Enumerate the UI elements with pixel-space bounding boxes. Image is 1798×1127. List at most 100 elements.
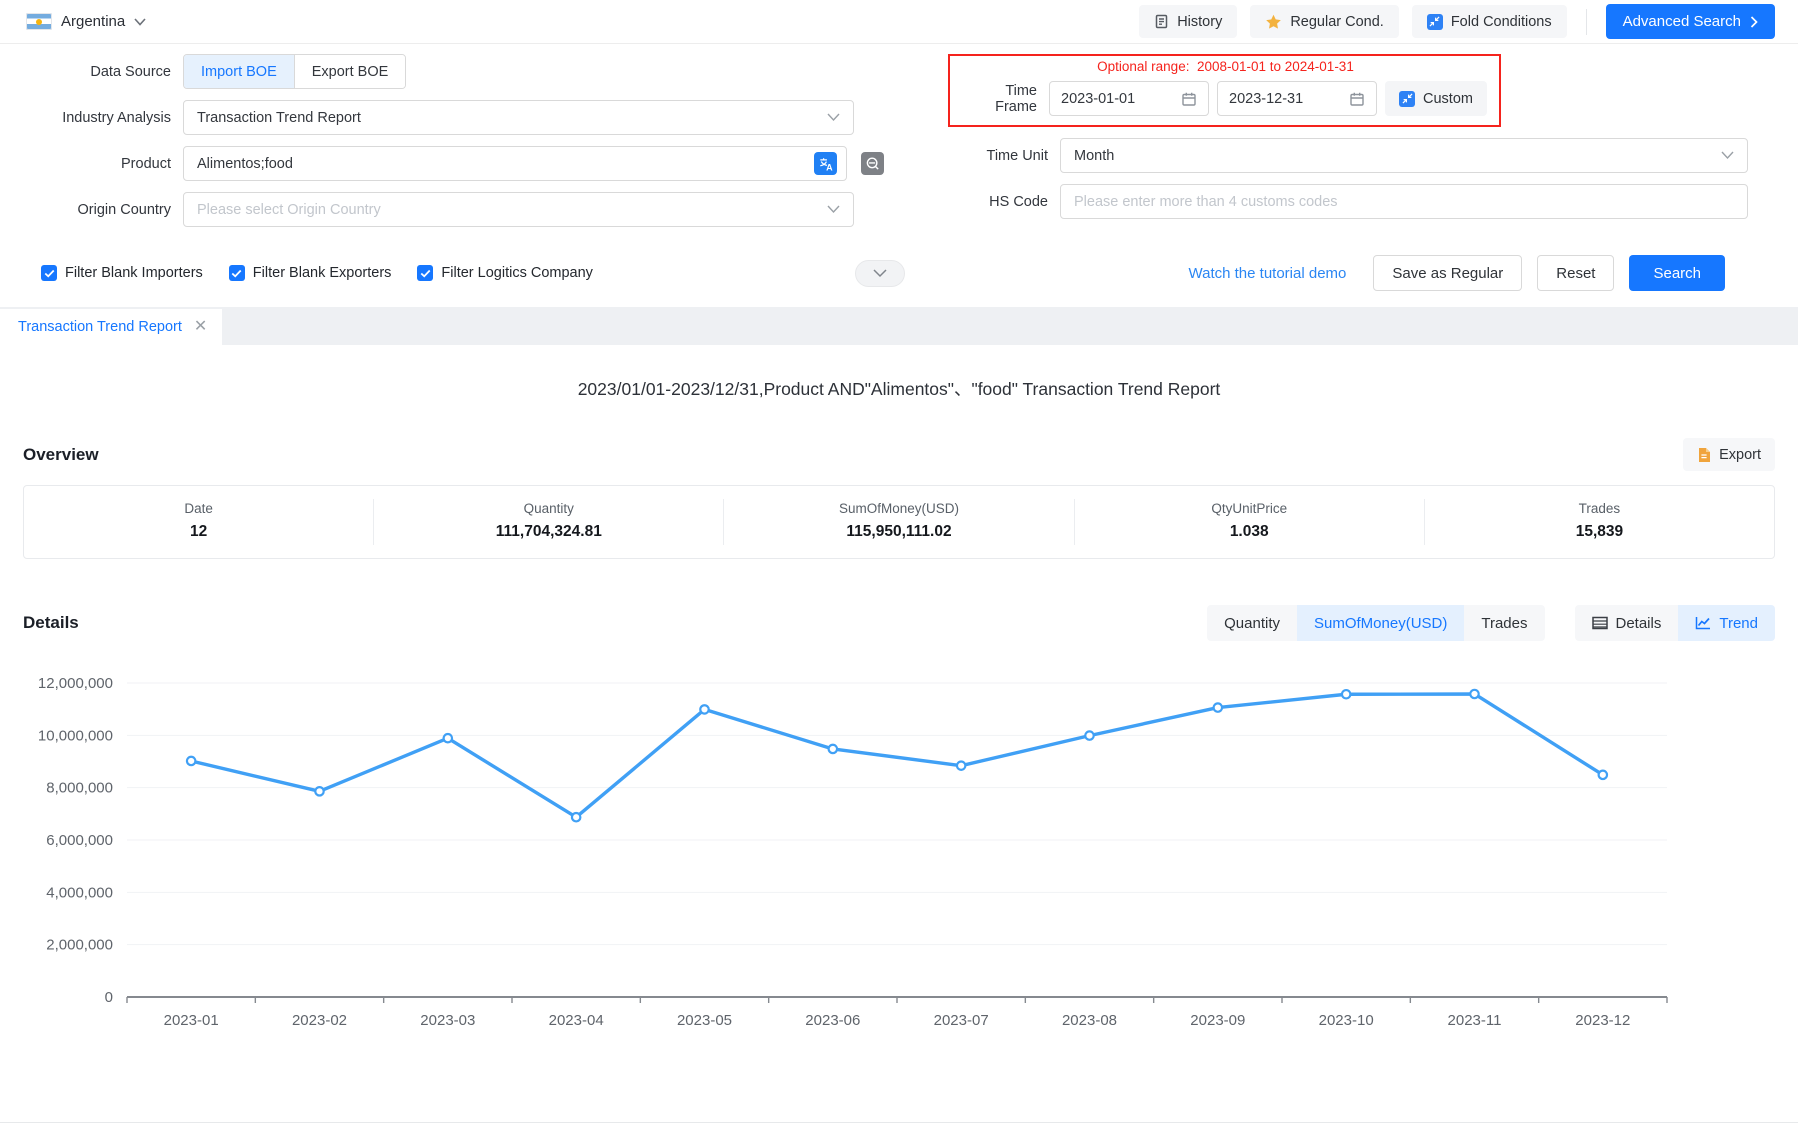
svg-text:2023-08: 2023-08 [1062, 1012, 1117, 1029]
custom-label: Custom [1423, 91, 1473, 107]
stat-value: 115,950,111.02 [724, 523, 1073, 541]
calendar-icon [1349, 91, 1365, 107]
metric-tab-trades[interactable]: Trades [1464, 605, 1544, 641]
star-icon [1265, 14, 1282, 30]
next-section-edge [0, 1122, 1798, 1123]
stat-value: 15,839 [1425, 523, 1774, 541]
checkbox-filter-blank-importers[interactable]: Filter Blank Importers [41, 265, 203, 281]
time-frame-label: Time Frame [964, 83, 1049, 115]
industry-analysis-select[interactable]: Transaction Trend Report [183, 100, 854, 135]
stat-label: Date [24, 501, 373, 516]
svg-text:2023-03: 2023-03 [420, 1012, 475, 1029]
stat-value: 1.038 [1075, 523, 1424, 541]
checkbox-checked-icon [417, 265, 433, 281]
details-controls: Quantity SumOfMoney(USD) Trades Details … [1207, 605, 1775, 641]
svg-text:2,000,000: 2,000,000 [46, 937, 113, 954]
save-as-regular-button[interactable]: Save as Regular [1373, 255, 1522, 291]
time-unit-label: Time Unit [884, 148, 1060, 164]
svg-text:2023-06: 2023-06 [805, 1012, 860, 1029]
svg-text:2023-05: 2023-05 [677, 1012, 732, 1029]
view-tab-details[interactable]: Details [1575, 605, 1679, 641]
tab-export-boe[interactable]: Export BOE [294, 55, 406, 88]
origin-country-label: Origin Country [12, 202, 183, 218]
view-tab-group: Details Trend [1575, 605, 1776, 641]
time-frame-annotation-box: Optional range: 2008-01-01 to 2024-01-31… [948, 54, 1501, 127]
filter-actions-row: Filter Blank Importers Filter Blank Expo… [12, 254, 1748, 292]
tab-transaction-trend-report[interactable]: Transaction Trend Report ✕ [0, 309, 222, 345]
origin-country-placeholder: Please select Origin Country [197, 202, 381, 218]
checkbox-filter-blank-exporters[interactable]: Filter Blank Exporters [229, 265, 392, 281]
history-button[interactable]: History [1139, 5, 1237, 38]
data-source-label: Data Source [12, 64, 183, 80]
line-chart[interactable]: 02,000,0004,000,0006,000,0008,000,00010,… [23, 653, 1775, 1061]
metric-tab-quantity[interactable]: Quantity [1207, 605, 1297, 641]
advanced-search-label: Advanced Search [1623, 13, 1741, 30]
reset-button[interactable]: Reset [1537, 255, 1614, 291]
stat-date: Date 12 [24, 499, 373, 545]
export-button[interactable]: Export [1683, 438, 1775, 471]
optional-range-text: Optional range: 2008-01-01 to 2024-01-31 [964, 59, 1487, 74]
origin-country-select[interactable]: Please select Origin Country [183, 192, 854, 227]
data-source-tabs: Import BOE Export BOE [183, 54, 406, 89]
checkbox-checked-icon [229, 265, 245, 281]
chevron-down-icon [134, 18, 146, 26]
metric-tab-sum-of-money[interactable]: SumOfMoney(USD) [1297, 605, 1464, 641]
time-unit-value: Month [1074, 148, 1114, 164]
expand-conditions-button[interactable] [855, 260, 905, 287]
fuzzy-search-icon[interactable] [861, 152, 884, 175]
start-date-input[interactable]: 2023-01-01 [1049, 81, 1209, 116]
chevron-down-icon [873, 269, 887, 278]
divider [1586, 9, 1587, 35]
checkbox-checked-icon [41, 265, 57, 281]
stat-value: 111,704,324.81 [374, 523, 723, 541]
close-icon[interactable]: ✕ [194, 319, 207, 335]
history-icon [1154, 14, 1169, 29]
report-title: 2023/01/01-2023/12/31,Product AND"Alimen… [23, 376, 1775, 401]
product-input[interactable] [197, 156, 804, 172]
top-bar: Argentina History Regular Cond. Fold Con… [0, 0, 1798, 44]
stat-quantity: Quantity 111,704,324.81 [373, 499, 723, 545]
custom-range-button[interactable]: Custom [1385, 81, 1487, 116]
industry-analysis-value: Transaction Trend Report [197, 110, 361, 126]
stat-label: Trades [1425, 501, 1774, 516]
stat-qty-unit-price: QtyUnitPrice 1.038 [1074, 499, 1424, 545]
svg-text:2023-12: 2023-12 [1575, 1012, 1630, 1029]
svg-text:8,000,000: 8,000,000 [46, 780, 113, 797]
start-date-value: 2023-01-01 [1061, 91, 1135, 107]
tab-import-boe[interactable]: Import BOE [184, 55, 294, 88]
industry-analysis-label: Industry Analysis [12, 110, 183, 126]
view-tab-trend[interactable]: Trend [1678, 605, 1775, 641]
result-tab-bar: Transaction Trend Report ✕ [0, 307, 1798, 345]
argentina-flag-icon [26, 13, 52, 30]
checkbox-group: Filter Blank Importers Filter Blank Expo… [41, 265, 593, 281]
svg-text:6,000,000: 6,000,000 [46, 832, 113, 849]
country-selector[interactable]: Argentina [26, 13, 146, 30]
filter-panel: Data Source Import BOE Export BOE Indust… [0, 44, 1798, 292]
end-date-value: 2023-12-31 [1229, 91, 1303, 107]
filter-buttons: Watch the tutorial demo Save as Regular … [1189, 255, 1725, 291]
search-button[interactable]: Search [1629, 255, 1725, 291]
country-name: Argentina [61, 13, 125, 30]
chevron-down-icon [827, 113, 840, 122]
top-bar-actions: History Regular Cond. Fold Conditions Ad… [1139, 4, 1775, 39]
trend-chart: 02,000,0004,000,0006,000,0008,000,00010,… [23, 653, 1775, 1061]
stat-value: 12 [24, 523, 373, 541]
svg-text:A: A [826, 162, 833, 172]
svg-text:2023-07: 2023-07 [934, 1012, 989, 1029]
svg-text:2023-02: 2023-02 [292, 1012, 347, 1029]
table-icon [1592, 616, 1608, 630]
custom-icon [1399, 91, 1415, 107]
advanced-search-button[interactable]: Advanced Search [1606, 4, 1775, 39]
tutorial-demo-link[interactable]: Watch the tutorial demo [1189, 265, 1347, 282]
product-label: Product [12, 156, 183, 172]
fold-conditions-button[interactable]: Fold Conditions [1412, 5, 1567, 38]
svg-text:2023-11: 2023-11 [1448, 1012, 1502, 1029]
hs-code-input[interactable] [1074, 194, 1734, 210]
translate-icon[interactable]: A [814, 152, 837, 175]
end-date-input[interactable]: 2023-12-31 [1217, 81, 1377, 116]
checkbox-filter-logitics-company[interactable]: Filter Logitics Company [417, 265, 593, 281]
time-unit-select[interactable]: Month [1060, 138, 1748, 173]
overview-stats-card: Date 12 Quantity 111,704,324.81 SumOfMon… [23, 485, 1775, 559]
regular-cond-button[interactable]: Regular Cond. [1250, 5, 1399, 38]
svg-text:2023-01: 2023-01 [164, 1012, 219, 1029]
